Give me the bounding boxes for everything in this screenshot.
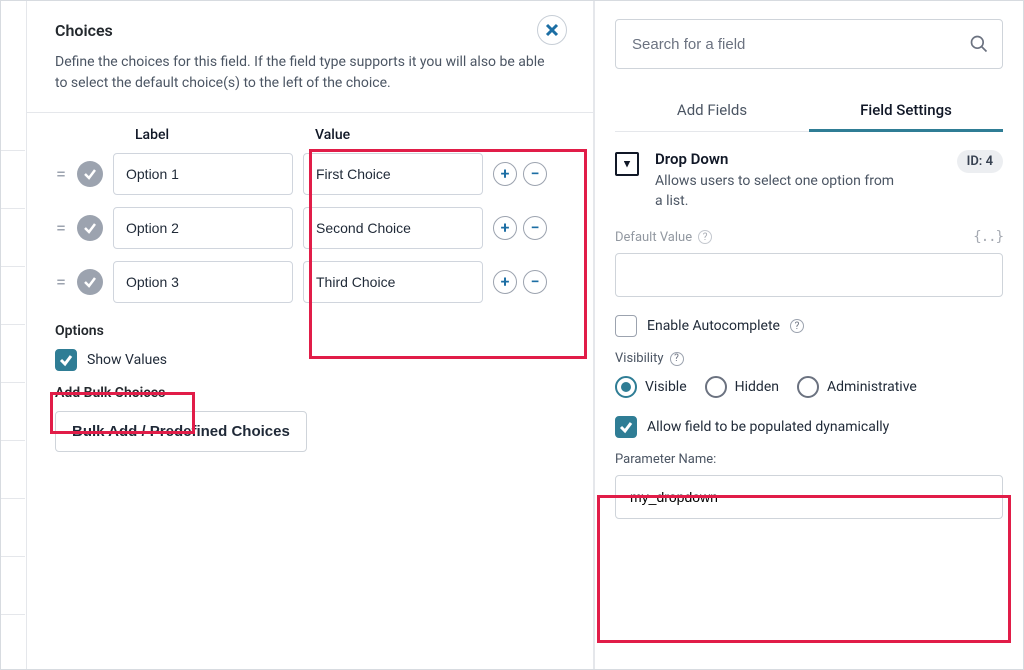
drag-handle-icon[interactable]: = bbox=[55, 272, 67, 293]
sidebar-tabs: Add Fields Field Settings bbox=[615, 89, 1003, 132]
remove-choice-button[interactable]: − bbox=[523, 162, 547, 186]
field-search bbox=[615, 19, 1003, 69]
parameter-name-input[interactable] bbox=[615, 475, 1003, 519]
field-type-title: Drop Down bbox=[655, 150, 895, 168]
column-header-label: Label bbox=[135, 127, 315, 143]
add-choice-button[interactable]: + bbox=[493, 216, 517, 240]
allow-dynamic-populate-checkbox[interactable] bbox=[615, 416, 637, 438]
default-choice-toggle[interactable] bbox=[77, 215, 103, 241]
parameter-name-label: Parameter Name: bbox=[615, 452, 716, 467]
choice-row: = + − bbox=[55, 261, 565, 303]
app-window: Choices Define the choices for this fiel… bbox=[0, 0, 1024, 670]
choice-label-input[interactable] bbox=[113, 207, 293, 249]
choice-value-input[interactable] bbox=[303, 261, 483, 303]
choice-value-input[interactable] bbox=[303, 207, 483, 249]
visibility-radio-administrative[interactable]: Administrative bbox=[797, 376, 917, 398]
choices-title: Choices bbox=[55, 21, 565, 40]
remove-choice-button[interactable]: − bbox=[523, 216, 547, 240]
field-type-description: Allows users to select one option from a… bbox=[655, 172, 895, 211]
help-icon[interactable]: ? bbox=[790, 319, 804, 333]
default-value-label: Default Value bbox=[615, 230, 692, 245]
choices-description: Define the choices for this field. If th… bbox=[55, 52, 555, 94]
show-values-checkbox[interactable] bbox=[55, 349, 77, 371]
enable-autocomplete-checkbox[interactable] bbox=[615, 315, 637, 337]
enable-autocomplete-label: Enable Autocomplete bbox=[647, 318, 780, 334]
help-icon[interactable]: ? bbox=[670, 352, 684, 366]
merge-tag-icon[interactable]: {..} bbox=[973, 229, 1003, 245]
add-choice-button[interactable]: + bbox=[493, 270, 517, 294]
add-bulk-choices-heading: Add Bulk Choices bbox=[55, 385, 565, 401]
search-icon bbox=[969, 34, 989, 54]
choice-label-input[interactable] bbox=[113, 261, 293, 303]
bulk-add-button[interactable]: Bulk Add / Predefined Choices bbox=[55, 411, 307, 452]
choices-panel: Choices Define the choices for this fiel… bbox=[26, 1, 594, 669]
choice-label-input[interactable] bbox=[113, 153, 293, 195]
default-choice-toggle[interactable] bbox=[77, 161, 103, 187]
dropdown-field-icon bbox=[615, 152, 639, 176]
tab-field-settings[interactable]: Field Settings bbox=[809, 89, 1003, 131]
default-choice-toggle[interactable] bbox=[77, 269, 103, 295]
close-icon bbox=[545, 23, 559, 37]
visibility-radio-hidden[interactable]: Hidden bbox=[705, 376, 779, 398]
visibility-radio-visible[interactable]: Visible bbox=[615, 376, 687, 398]
choice-row: = + − bbox=[55, 153, 565, 195]
options-heading: Options bbox=[55, 323, 565, 339]
column-header-value: Value bbox=[315, 127, 495, 143]
drag-handle-icon[interactable]: = bbox=[55, 218, 67, 239]
visibility-label: Visibility bbox=[615, 351, 664, 366]
choice-value-input[interactable] bbox=[303, 153, 483, 195]
field-id-badge: ID: 4 bbox=[957, 150, 1003, 173]
default-value-input[interactable] bbox=[615, 253, 1003, 297]
drag-handle-icon[interactable]: = bbox=[55, 164, 67, 185]
tab-add-fields[interactable]: Add Fields bbox=[615, 89, 809, 131]
search-input[interactable] bbox=[615, 19, 1003, 69]
add-choice-button[interactable]: + bbox=[493, 162, 517, 186]
field-settings-panel: Add Fields Field Settings Drop Down Allo… bbox=[594, 1, 1023, 669]
remove-choice-button[interactable]: − bbox=[523, 270, 547, 294]
choice-row: = + − bbox=[55, 207, 565, 249]
show-values-label: Show Values bbox=[87, 352, 167, 368]
close-flyout-button[interactable] bbox=[537, 15, 567, 45]
field-type-summary: Drop Down Allows users to select one opt… bbox=[615, 132, 1003, 229]
visibility-radio-group: Visible Hidden Administrative bbox=[615, 376, 1003, 398]
choices-grid: Label Value = + − = bbox=[55, 113, 565, 303]
form-canvas-edge bbox=[1, 1, 25, 669]
allow-dynamic-populate-label: Allow field to be populated dynamically bbox=[647, 419, 889, 435]
help-icon[interactable]: ? bbox=[698, 230, 712, 244]
